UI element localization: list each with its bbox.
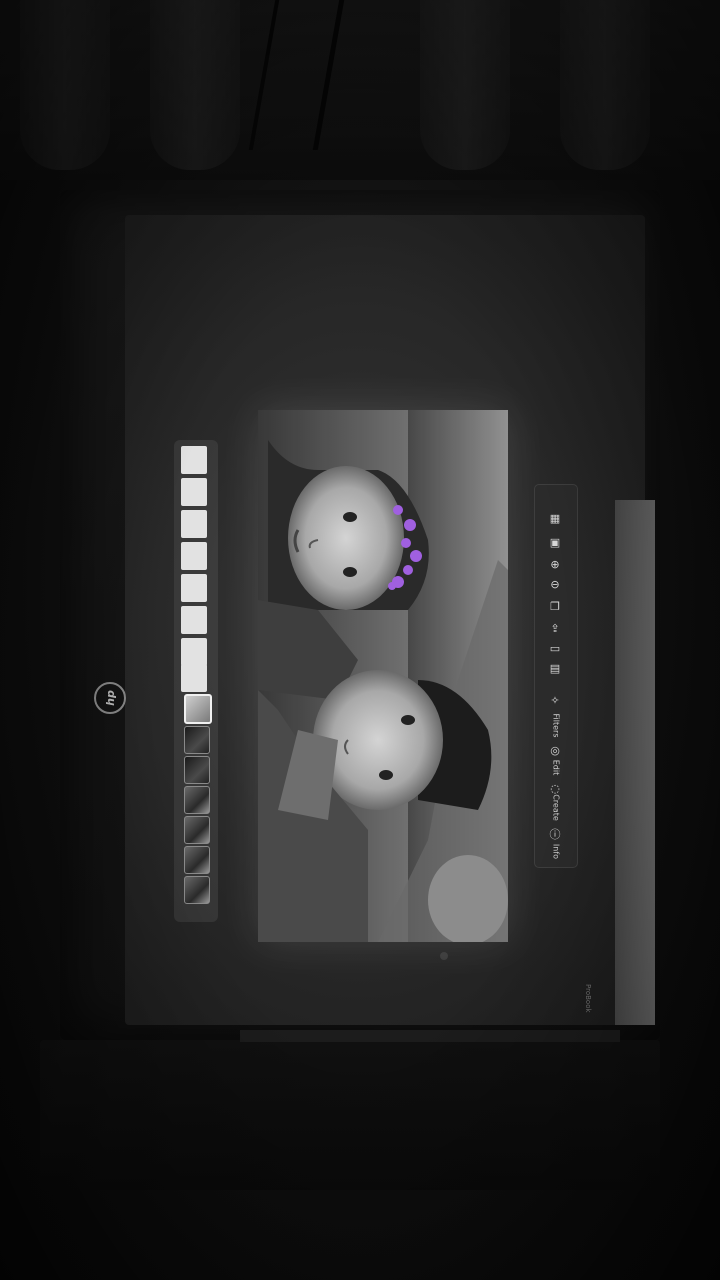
- brand-label: ProBook: [584, 983, 592, 1013]
- hp-logo-text: hp: [103, 690, 117, 706]
- curtain-fold: [560, 0, 650, 170]
- image-icon[interactable]: ▣: [549, 537, 561, 549]
- delete-icon[interactable]: ▤: [549, 663, 561, 675]
- curtain-fold: [150, 0, 240, 170]
- edit-icon[interactable]: ▭: [549, 643, 561, 655]
- photo-scene: hp ▦ ▣ ⊕ ⊖ ❐ ⇪ ▭ ▤ ✧ Filters ◎ Edit ◌ Cr…: [0, 0, 720, 1280]
- webcam-dot: [440, 952, 448, 960]
- thumbnail[interactable]: [184, 846, 210, 874]
- curtain-fold: [420, 0, 510, 170]
- zoom-in-icon[interactable]: ⊕: [549, 559, 561, 571]
- share-icon[interactable]: ⇪: [549, 623, 561, 635]
- zoom-out-icon[interactable]: ⊖: [549, 579, 561, 591]
- filmstrip: [174, 440, 218, 922]
- photo-toolbar: ▦ ▣ ⊕ ⊖ ❐ ⇪ ▭ ▤ ✧ Filters ◎ Edit ◌ Creat…: [534, 484, 578, 868]
- action-info-label: Info: [551, 843, 561, 860]
- grid-icon[interactable]: ▦: [549, 513, 561, 525]
- laptop-base: [40, 1040, 660, 1190]
- thumbnail[interactable]: [184, 756, 210, 784]
- photo-content: [258, 410, 508, 942]
- background-wall: [0, 0, 720, 180]
- displayed-photo[interactable]: [258, 410, 508, 942]
- action-create-label: Create: [551, 794, 561, 821]
- action-edit-label: Edit: [551, 759, 561, 776]
- screen-side-panel: [615, 500, 655, 1025]
- empty-frame: [181, 638, 207, 666]
- thumbnail[interactable]: [184, 876, 210, 904]
- empty-frame: [181, 606, 207, 634]
- magic-icon: ✧: [550, 694, 560, 707]
- empty-frame: [181, 664, 207, 692]
- copy-icon[interactable]: ❐: [549, 601, 561, 613]
- empty-frame: [181, 542, 207, 570]
- hp-logo: hp: [94, 682, 126, 714]
- thumbnail-selected[interactable]: [184, 694, 212, 724]
- curtain-fold: [20, 0, 110, 170]
- empty-frame: [181, 478, 207, 506]
- empty-frame: [181, 574, 207, 602]
- action-filters-label: Filters: [551, 713, 561, 738]
- laptop-hinge: [240, 1030, 620, 1042]
- empty-frame: [181, 510, 207, 538]
- thumbnail[interactable]: [184, 786, 210, 814]
- thumbnail[interactable]: [184, 816, 210, 844]
- thumbnail[interactable]: [184, 726, 210, 754]
- empty-frame: [181, 446, 207, 474]
